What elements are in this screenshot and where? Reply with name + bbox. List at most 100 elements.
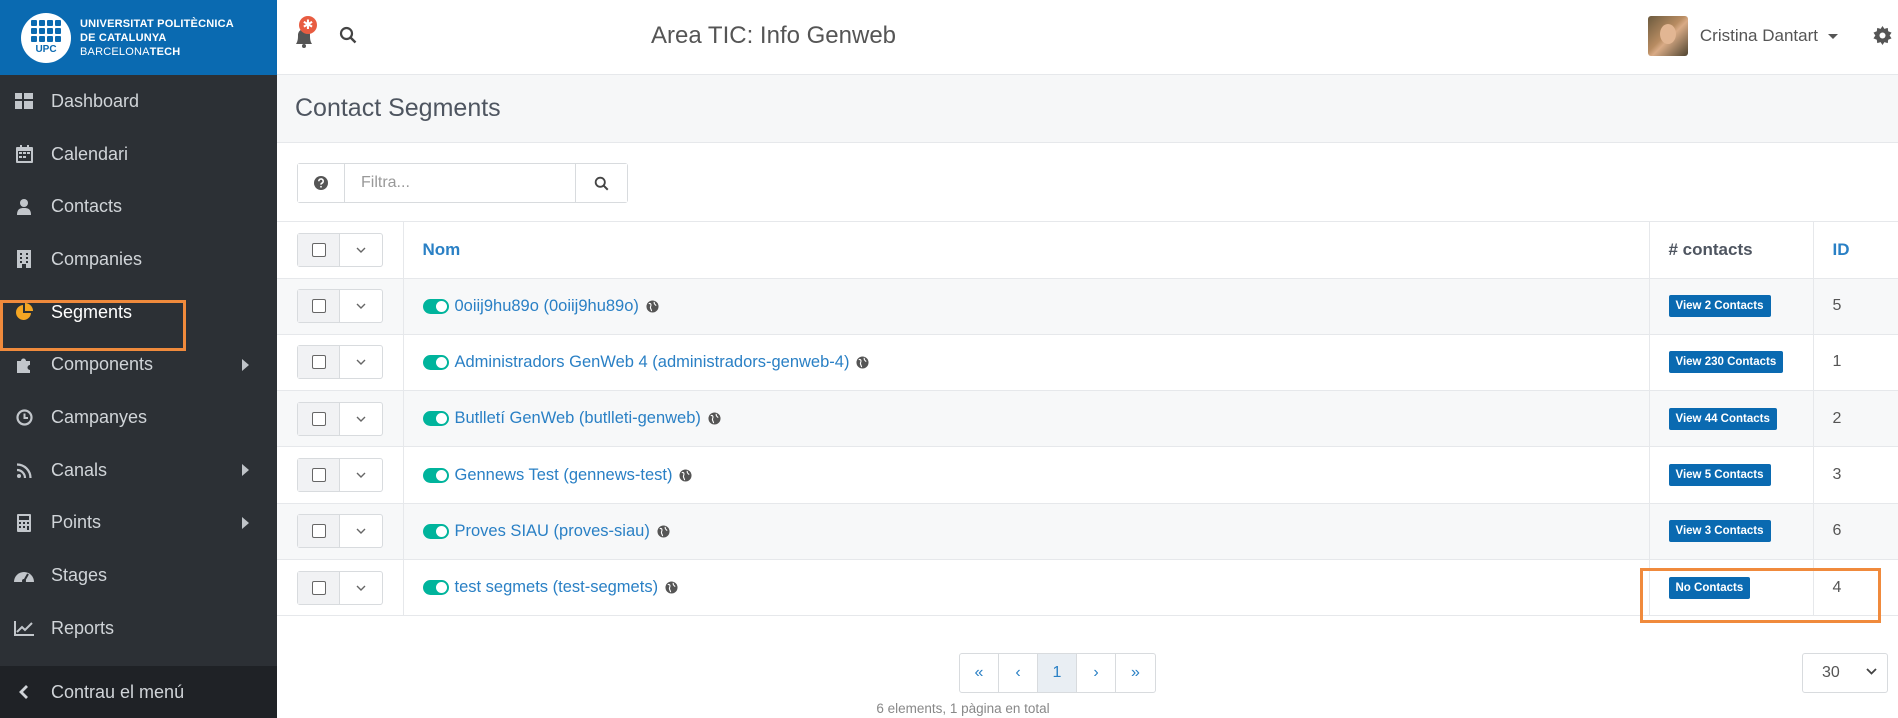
row-checkbox[interactable] — [298, 515, 340, 548]
row-actions-dropdown[interactable] — [340, 459, 382, 491]
sidebar-item-companies[interactable]: Companies — [0, 233, 277, 286]
row-actions-dropdown[interactable] — [340, 515, 382, 547]
view-contacts-badge[interactable]: View 5 Contacts — [1668, 464, 1771, 487]
sidebar-item-label: Stages — [51, 565, 108, 586]
sidebar-item-label: Segments — [51, 301, 133, 322]
globe-icon — [646, 300, 659, 313]
sidebar-nav: Dashboard Calendari Contacts Companies S… — [0, 75, 277, 655]
row-id-cell: 3 — [1813, 446, 1898, 504]
chevron-down-icon — [356, 247, 366, 253]
sidebar-item-calendari[interactable]: Calendari — [0, 128, 277, 181]
search-button[interactable] — [339, 26, 357, 49]
row-checkbox[interactable] — [298, 402, 340, 435]
publish-toggle[interactable] — [422, 354, 449, 370]
publish-toggle[interactable] — [422, 580, 449, 596]
segment-link[interactable]: Butlletí GenWeb (butlleti-genweb) — [455, 409, 701, 427]
row-select-cell — [277, 559, 404, 617]
publish-toggle[interactable] — [422, 467, 449, 483]
sidebar-item-campanyes[interactable]: Campanyes — [0, 391, 277, 444]
collapse-menu-button[interactable]: Contrau el menú — [0, 666, 277, 718]
row-id: 1 — [1832, 353, 1842, 371]
row-id-cell: 1 — [1813, 334, 1898, 392]
row-checkbox[interactable] — [298, 346, 340, 379]
row-id-cell: 2 — [1813, 390, 1898, 448]
table-row: Proves SIAU (proves-siau) View 3 Contact… — [277, 503, 1898, 560]
sidebar-item-contacts[interactable]: Contacts — [0, 180, 277, 233]
row-select-cell — [277, 334, 404, 392]
row-checkbox[interactable] — [298, 290, 340, 323]
brand-line1: UNIVERSITAT POLITÈCNICA — [80, 17, 234, 30]
view-contacts-badge[interactable]: View 2 Contacts — [1668, 295, 1771, 318]
sidebar-item-canals[interactable]: Canals — [0, 444, 277, 497]
row-name-cell: Butlletí GenWeb (butlleti-genweb) — [403, 390, 1650, 448]
settings-button[interactable] — [1873, 26, 1892, 50]
table-row: Administradors GenWeb 4 (administradors-… — [277, 334, 1898, 392]
puzzle-icon — [13, 354, 35, 376]
pagination-page-current[interactable]: 1 — [1038, 654, 1077, 692]
tachometer-icon — [13, 565, 35, 587]
segment-link[interactable]: Administradors GenWeb 4 (administradors-… — [455, 353, 850, 371]
publish-toggle[interactable] — [422, 298, 449, 314]
segment-link[interactable]: Proves SIAU (proves-siau) — [455, 522, 650, 540]
column-header-contacts: # contacts — [1649, 222, 1814, 279]
bulk-actions-dropdown[interactable] — [340, 234, 382, 266]
publish-toggle[interactable] — [422, 523, 449, 539]
row-id: 6 — [1832, 522, 1842, 540]
row-select-group — [297, 458, 383, 493]
filter-search-button[interactable] — [575, 164, 627, 202]
no-contacts-badge[interactable]: No Contacts — [1668, 576, 1751, 599]
view-contacts-badge[interactable]: View 44 Contacts — [1668, 407, 1777, 430]
notifications-button[interactable]: ✱ — [293, 16, 321, 50]
row-name-cell: Proves SIAU (proves-siau) — [403, 503, 1650, 560]
per-page-select[interactable]: 30 — [1802, 653, 1888, 693]
row-actions-dropdown[interactable] — [340, 346, 382, 378]
top-bar: ✱ Area TIC: Info Genweb Cristina Dantart — [277, 0, 1898, 75]
pagination-first-button[interactable]: « — [960, 654, 999, 692]
sidebar-item-stages[interactable]: Stages — [0, 549, 277, 602]
sidebar-item-components[interactable]: Components — [0, 338, 277, 391]
logo-mark: UPC — [35, 44, 57, 55]
sidebar-item-reports[interactable]: Reports — [0, 602, 277, 655]
view-contacts-badge[interactable]: View 3 Contacts — [1668, 520, 1771, 543]
select-all-group — [297, 232, 383, 267]
pagination-next-button[interactable]: › — [1077, 654, 1116, 692]
search-icon — [594, 176, 609, 190]
table-row: 0oiij9hu89o (0oiij9hu89o) View 2 Contact… — [277, 278, 1898, 335]
segment-link[interactable]: 0oiij9hu89o (0oiij9hu89o) — [455, 297, 639, 315]
caret-down-icon — [1828, 33, 1838, 39]
pagination-last-button[interactable]: » — [1116, 654, 1155, 692]
publish-toggle[interactable] — [422, 411, 449, 427]
sidebar-item-dashboard[interactable]: Dashboard — [0, 75, 277, 128]
row-id-cell: 4 — [1813, 559, 1898, 617]
row-actions-dropdown[interactable] — [340, 572, 382, 604]
page-header: Contact Segments — [277, 75, 1898, 143]
user-menu[interactable]: Cristina Dantart — [1647, 16, 1838, 56]
view-contacts-badge[interactable]: View 230 Contacts — [1668, 351, 1784, 374]
sidebar-item-segments[interactable]: Segments — [0, 286, 277, 339]
sidebar-item-label: Contacts — [51, 196, 123, 217]
brand-logo[interactable]: UPC UNIVERSITAT POLITÈCNICA DE CATALUNYA… — [0, 0, 277, 75]
column-header-id-label: ID — [1832, 239, 1850, 259]
upc-logo-icon: UPC — [21, 12, 71, 63]
globe-icon — [665, 581, 678, 594]
sidebar-item-points[interactable]: Points — [0, 497, 277, 550]
filter-help-button[interactable] — [298, 164, 345, 202]
row-checkbox[interactable] — [298, 571, 340, 604]
calendar-icon — [13, 143, 35, 165]
app-title: Area TIC: Info Genweb — [651, 22, 897, 49]
calculator-icon — [13, 512, 35, 534]
sidebar-item-label: Points — [51, 512, 102, 533]
segment-link[interactable]: test segmets (test-segmets) — [455, 578, 659, 596]
row-select-group — [297, 345, 383, 380]
row-actions-dropdown[interactable] — [340, 290, 382, 322]
row-actions-dropdown[interactable] — [340, 403, 382, 435]
segment-link[interactable]: Gennews Test (gennews-test) — [455, 466, 673, 484]
column-header-name[interactable]: Nom — [403, 222, 1650, 279]
search-input[interactable] — [345, 164, 575, 202]
globe-icon — [657, 525, 670, 538]
column-header-id[interactable]: ID — [1813, 222, 1898, 279]
pagination-prev-button[interactable]: ‹ — [999, 654, 1038, 692]
row-checkbox[interactable] — [298, 459, 340, 492]
row-contacts-cell: No Contacts — [1649, 559, 1814, 617]
select-all-checkbox[interactable] — [298, 233, 340, 266]
